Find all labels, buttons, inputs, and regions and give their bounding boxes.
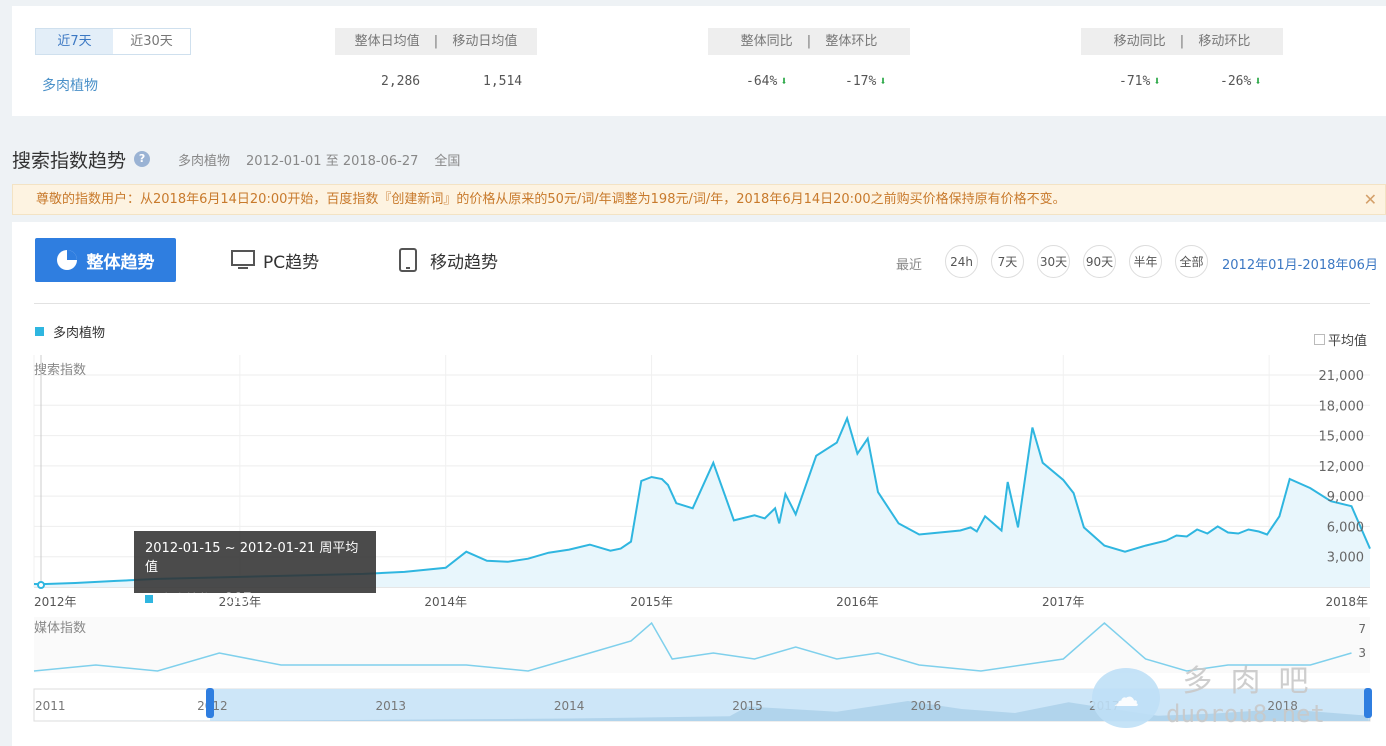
x-tick-label: 2012年: [34, 595, 77, 609]
section-title: 搜索指数趋势: [12, 149, 127, 172]
pc-trend-label: PC趋势: [263, 252, 320, 273]
range-90d-button[interactable]: 90天: [1083, 245, 1116, 278]
tooltip-series: 多肉植物：: [160, 593, 226, 608]
y-tick-label: 21,000: [1319, 369, 1365, 384]
recent-label: 最近: [896, 258, 923, 273]
overall-daily-avg-value: 2,286: [381, 74, 421, 89]
overall-yoy: -64% ⬇: [746, 74, 788, 89]
mobile-yoy-header: 移动同比: [1113, 34, 1166, 49]
overall-mom-value: -17%: [845, 74, 877, 89]
media-y-tick-label: 3: [1358, 646, 1366, 660]
chart-tooltip: 2012-01-15 ~ 2012-01-21 周平均值 多肉植物： 287: [134, 531, 376, 608]
y-tick-label: 3,000: [1327, 551, 1364, 566]
y-tick-label: 18,000: [1319, 399, 1365, 414]
down-arrow-icon: ⬇: [1254, 74, 1262, 88]
mobile-yoy: -71% ⬇: [1119, 74, 1161, 89]
down-arrow-icon: ⬇: [780, 74, 788, 88]
mobile-ratio-header: 移动同比 | 移动环比: [1081, 28, 1283, 55]
close-icon[interactable]: ✕: [1364, 185, 1377, 214]
mobile-daily-avg-value: 1,514: [483, 74, 523, 89]
checkbox-icon: [1314, 334, 1325, 345]
notice-text: 尊敬的指数用户：从2018年6月14日20:00开始，百度指数『创建新词』的价格…: [36, 192, 1066, 207]
media-index-label: 媒体指数: [34, 621, 86, 636]
tooltip-row: 多肉植物： 287: [145, 589, 365, 608]
navigator-tick-label: 2013: [375, 699, 406, 713]
overall-mom: -17% ⬇: [845, 74, 887, 89]
navigator-left-handle[interactable]: [206, 688, 214, 718]
tooltip-swatch: [145, 594, 153, 603]
mobile-mom-header: 移动环比: [1198, 34, 1251, 49]
average-label: 平均值: [1328, 334, 1368, 349]
tooltip-value: 287: [225, 590, 252, 607]
mobile-phone-icon: [399, 248, 417, 272]
monitor-icon: [231, 250, 255, 269]
range-half-year-button[interactable]: 半年: [1129, 245, 1162, 278]
section-keyword: 多肉植物: [178, 153, 231, 169]
y-tick-label: 6,000: [1327, 520, 1364, 535]
header-separator: |: [433, 34, 439, 49]
down-arrow-icon: ⬇: [1153, 74, 1161, 88]
navigator-tick-label: 2017: [1089, 699, 1120, 713]
mobile-trend-button[interactable]: 移动趋势: [398, 245, 498, 275]
legend-swatch: [35, 327, 44, 336]
pie-chart-icon: [56, 250, 77, 270]
keyword-link[interactable]: 多肉植物: [42, 75, 98, 95]
mobile-daily-avg-header: 移动日均值: [452, 34, 518, 49]
daily-avg-header: 整体日均值 | 移动日均值: [335, 28, 537, 55]
range-7d-button[interactable]: 7天: [991, 245, 1024, 278]
x-tick-label: 2015年: [630, 595, 673, 609]
navigator-tick-label: 2014: [554, 699, 585, 713]
pc-trend-button[interactable]: PC趋势: [231, 245, 319, 275]
x-tick-label: 2014年: [424, 595, 467, 609]
help-icon[interactable]: ?: [134, 151, 151, 167]
navigator-tick-label: 2016: [911, 699, 942, 713]
navigator-right-handle[interactable]: [1364, 688, 1372, 718]
overall-trend-label: 整体趋势: [86, 252, 155, 273]
section-date-range: 2012-01-01 至 2018-06-27: [246, 153, 419, 169]
notice-banner: 尊敬的指数用户：从2018年6月14日20:00开始，百度指数『创建新词』的价格…: [12, 184, 1386, 215]
tab-30days[interactable]: 近30天: [113, 29, 190, 54]
mobile-trend-label: 移动趋势: [430, 252, 498, 273]
tab-7days[interactable]: 近7天: [36, 29, 113, 54]
range-30d-button[interactable]: 30天: [1037, 245, 1070, 278]
overall-daily-avg-header: 整体日均值: [354, 34, 420, 49]
mobile-mom-value: -26%: [1220, 74, 1252, 89]
legend-series-label: 多肉植物: [53, 326, 106, 341]
average-checkbox[interactable]: 平均值: [1314, 330, 1367, 349]
navigator-tick-label: 2011: [35, 699, 66, 713]
range-all-button[interactable]: 全部: [1175, 245, 1208, 278]
navigator-tick-label: 2015: [732, 699, 763, 713]
y-tick-label: 15,000: [1319, 430, 1365, 445]
y-tick-label: 12,000: [1319, 460, 1365, 475]
overall-yoy-value: -64%: [746, 74, 778, 89]
range-24h-button[interactable]: 24h: [945, 245, 978, 278]
hover-point: [37, 581, 45, 589]
x-tick-label: 2016年: [836, 595, 879, 609]
overall-yoy-header: 整体同比: [740, 34, 793, 49]
tooltip-title: 2012-01-15 ~ 2012-01-21 周平均值: [145, 541, 359, 575]
y-tick-label: 9,000: [1327, 490, 1364, 505]
media-y-tick-label: 7: [1358, 622, 1366, 636]
header-separator: |: [806, 34, 812, 49]
x-tick-label: 2018年: [1325, 595, 1368, 609]
navigator-tick-label: 2018: [1267, 699, 1298, 713]
y-axis-label: 搜索指数: [34, 363, 86, 378]
header-separator: |: [1179, 34, 1185, 49]
section-header: 搜索指数趋势 ? 多肉植物 2012-01-01 至 2018-06-27 全国: [12, 145, 460, 173]
overall-ratio-header: 整体同比 | 整体环比: [708, 28, 910, 55]
mobile-mom: -26% ⬇: [1220, 74, 1262, 89]
overall-mom-header: 整体环比: [825, 34, 878, 49]
custom-range-link[interactable]: 2012年01月-2018年06月: [1222, 254, 1378, 273]
summary-card: [12, 6, 1386, 116]
media-index-panel: [34, 617, 1370, 673]
mobile-yoy-value: -71%: [1119, 74, 1151, 89]
overall-trend-button[interactable]: 整体趋势: [35, 238, 176, 282]
period-tabs: 近7天 近30天: [35, 28, 191, 55]
x-tick-label: 2017年: [1042, 595, 1085, 609]
chart-legend[interactable]: 多肉植物: [35, 322, 105, 341]
section-region: 全国: [434, 153, 461, 169]
down-arrow-icon: ⬇: [879, 74, 887, 88]
divider: [34, 303, 1370, 304]
